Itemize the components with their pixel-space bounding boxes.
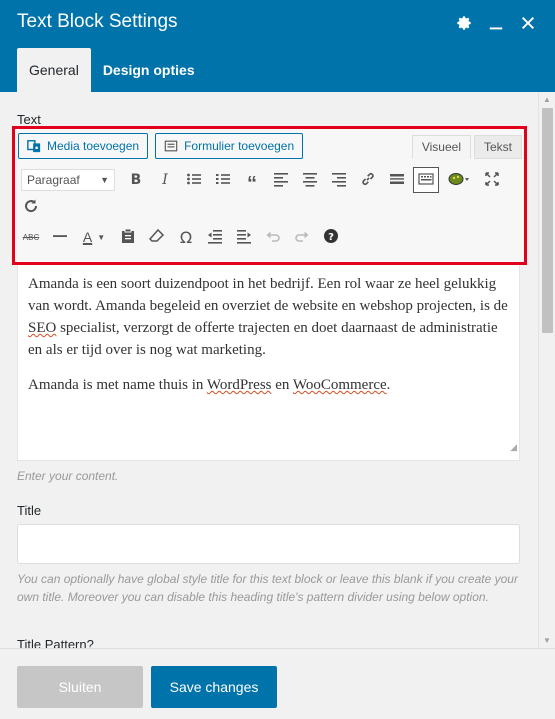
italic-button[interactable]: I — [152, 167, 178, 193]
scroll-up-icon[interactable]: ▲ — [543, 95, 551, 104]
fullscreen-icon — [484, 171, 500, 190]
text-color-button[interactable]: A ▼ — [76, 224, 112, 250]
special-character-icon: Ω — [179, 227, 193, 247]
spellcheck-word: WooCommerce — [292, 377, 387, 393]
read-more-button[interactable] — [384, 167, 410, 193]
add-form-label: Formulier toevoegen — [184, 139, 295, 153]
clear-formatting-button[interactable] — [144, 224, 170, 250]
bold-button[interactable]: B — [123, 167, 149, 193]
numbered-list-icon — [215, 171, 231, 190]
bullet-list-icon — [186, 171, 202, 190]
undo-icon — [265, 228, 281, 247]
minimize-icon[interactable] — [487, 12, 505, 34]
add-media-label: Media toevoegen — [47, 139, 140, 153]
link-button[interactable] — [355, 167, 381, 193]
numbered-list-button[interactable] — [210, 167, 236, 193]
editor-paragraph: Amanda is met name thuis in WordPress en… — [28, 377, 391, 393]
bold-icon: B — [130, 172, 142, 188]
add-form-button[interactable]: Formulier toevoegen — [155, 133, 304, 159]
color-picker-button[interactable] — [442, 167, 476, 193]
help-button[interactable]: ? — [318, 224, 344, 250]
horizontal-line-icon — [52, 228, 68, 247]
outdent-button[interactable] — [202, 224, 228, 250]
editor-paragraph: Amanda is een soort duizendpoot in het b… — [28, 276, 508, 358]
special-character-button[interactable]: Ω — [173, 224, 199, 250]
fullscreen-button[interactable] — [479, 167, 505, 193]
color-picker-icon — [448, 171, 470, 190]
form-icon — [164, 139, 178, 153]
italic-icon: I — [162, 172, 168, 188]
refresh-icon — [23, 198, 39, 217]
scrollbar[interactable]: ▲ ▼ — [538, 92, 555, 648]
align-center-icon — [302, 171, 318, 190]
gear-icon[interactable] — [455, 12, 473, 34]
undo-button[interactable] — [260, 224, 286, 250]
title-field-label: Title — [17, 503, 42, 518]
close-icon[interactable] — [519, 12, 537, 34]
strikethrough-button[interactable]: ABC — [18, 224, 44, 250]
indent-icon — [236, 228, 252, 247]
text-field-label: Text — [17, 112, 41, 127]
close-button[interactable]: Sluiten — [17, 666, 143, 708]
svg-text:?: ? — [328, 232, 334, 243]
format-select-value: Paragraaf — [27, 173, 80, 187]
toolbar-toggle-icon — [418, 171, 434, 190]
title-help: You can optionally have global style tit… — [17, 572, 518, 604]
align-center-button[interactable] — [297, 167, 323, 193]
toolbar-toggle-button[interactable] — [413, 167, 439, 193]
outdent-icon — [207, 228, 223, 247]
align-right-icon — [331, 171, 347, 190]
link-icon — [360, 171, 376, 190]
strikethrough-icon: ABC — [22, 232, 40, 242]
tab-general[interactable]: General — [17, 48, 91, 92]
editor-content[interactable]: Amanda is een soort duizendpoot in het b… — [17, 265, 520, 461]
tab-design-options[interactable]: Design opties — [91, 48, 207, 92]
text-color-icon: A ▼ — [82, 229, 106, 245]
spellcheck-word: SEO — [28, 320, 57, 336]
bullet-list-button[interactable] — [181, 167, 207, 193]
align-left-icon — [273, 171, 289, 190]
read-more-icon — [389, 171, 405, 190]
title-pattern-label: Title Pattern? — [17, 637, 94, 648]
blockquote-button[interactable]: “ — [239, 167, 265, 195]
refresh-button[interactable] — [18, 194, 44, 220]
text-help: Enter your content. — [17, 469, 119, 483]
modal-title: Text Block Settings — [17, 11, 178, 32]
clear-formatting-icon — [148, 228, 165, 247]
spellcheck-word: WordPress — [206, 377, 272, 393]
chevron-down-icon: ▼ — [100, 175, 109, 185]
media-icon — [27, 139, 41, 153]
add-media-button[interactable]: Media toevoegen — [18, 133, 149, 159]
title-input[interactable] — [17, 524, 520, 564]
scroll-down-icon[interactable]: ▼ — [543, 636, 551, 645]
tab-visual[interactable]: Visueel — [411, 135, 471, 159]
paste-text-icon — [120, 228, 136, 247]
align-left-button[interactable] — [268, 167, 294, 193]
scrollbar-thumb[interactable] — [542, 108, 553, 333]
modal-content: Text Media toevoegen Formulier toevoegen… — [0, 92, 538, 648]
paste-text-button[interactable] — [115, 224, 141, 250]
resize-handle-icon[interactable]: ◢ — [510, 436, 517, 458]
format-select[interactable]: Paragraaf ▼ — [21, 169, 115, 191]
help-icon: ? — [323, 228, 339, 247]
tab-text[interactable]: Tekst — [473, 135, 522, 159]
modal-footer: Sluiten Save changes — [0, 648, 555, 719]
save-button[interactable]: Save changes — [151, 666, 277, 708]
blockquote-icon: “ — [247, 173, 257, 195]
indent-button[interactable] — [231, 224, 257, 250]
redo-button[interactable] — [289, 224, 315, 250]
redo-icon — [294, 228, 310, 247]
modal-header: Text Block Settings General Design optie… — [0, 0, 555, 92]
horizontal-line-button[interactable] — [47, 224, 73, 250]
align-right-button[interactable] — [326, 167, 352, 193]
editor-toolbar-area: Media toevoegen Formulier toevoegen Visu… — [12, 126, 527, 265]
